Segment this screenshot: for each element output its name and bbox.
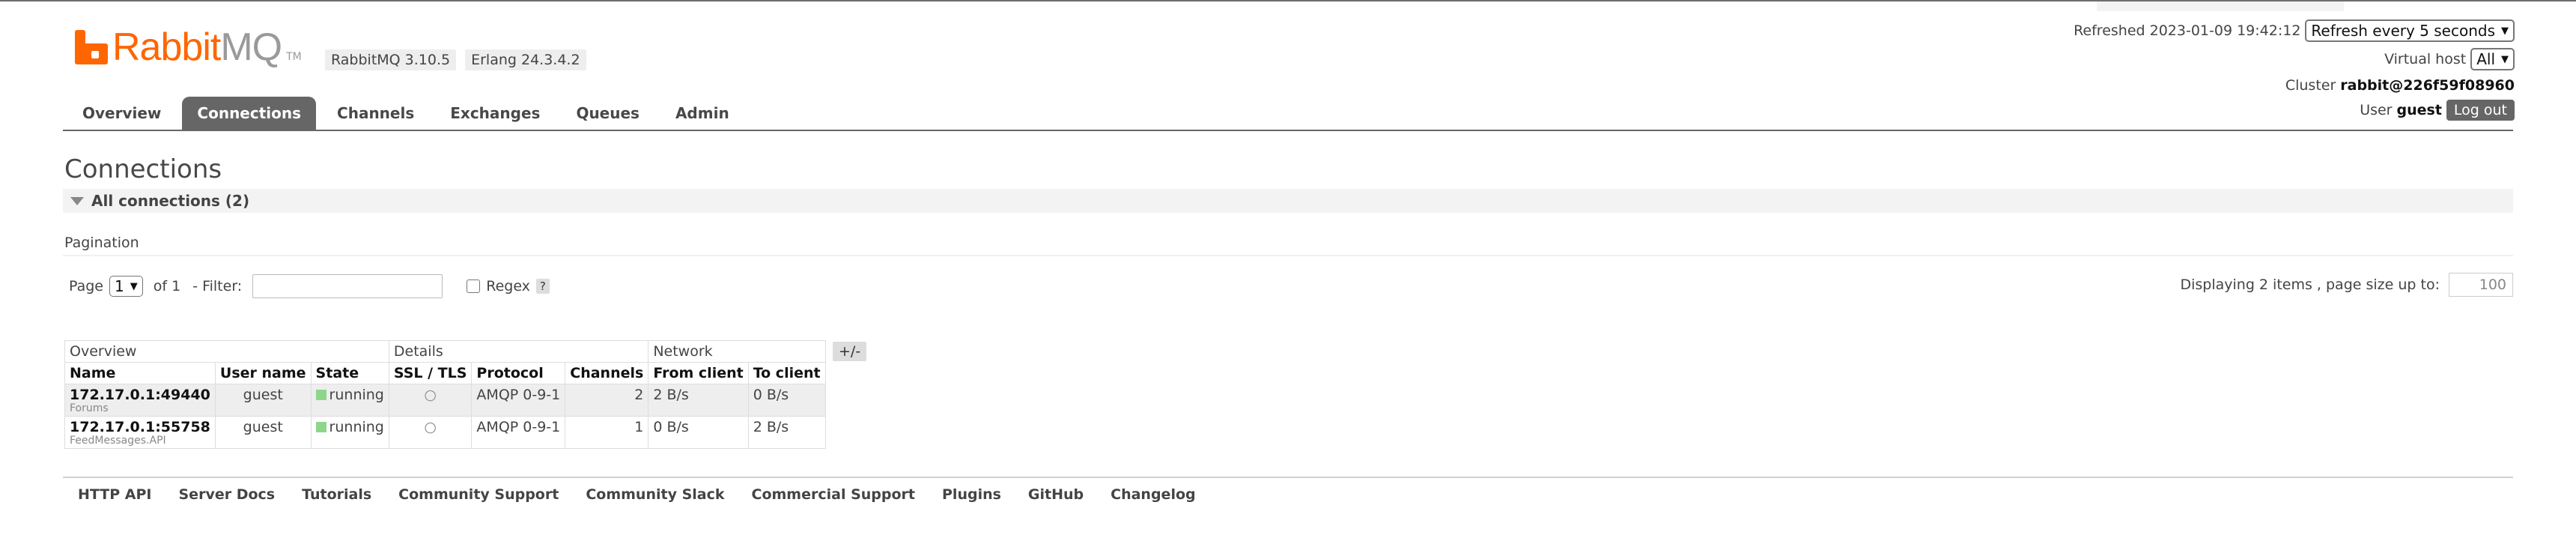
group-network: Network <box>648 340 826 363</box>
col-protocol[interactable]: Protocol <box>471 362 566 384</box>
col-from-client[interactable]: From client <box>648 362 749 384</box>
erlang-version: Erlang 24.3.4.2 <box>465 49 586 70</box>
tab-connections[interactable]: Connections <box>182 97 317 131</box>
columns-toggle-button[interactable]: +/- <box>833 342 867 361</box>
chevron-down-icon: ▼ <box>2501 25 2509 37</box>
page-count: of 1 <box>153 278 181 294</box>
ssl-cell: ○ <box>388 384 473 417</box>
running-status-icon <box>315 390 326 400</box>
to-client-cell: 0 B/s <box>747 384 826 417</box>
footer-link-server-docs[interactable]: Server Docs <box>179 486 276 503</box>
regex-label: Regex <box>486 278 530 294</box>
tab-queues[interactable]: Queues <box>561 97 654 131</box>
cluster-name: rabbit@226f59f08960 <box>2340 77 2515 94</box>
page-title: Connections <box>64 154 222 184</box>
rabbitmq-logo[interactable]: RabbitMQ TM <box>75 25 302 69</box>
logo-wordmark: RabbitMQ <box>112 25 282 69</box>
connection-name[interactable]: 172.17.0.1:49440 <box>70 387 210 403</box>
connection-name[interactable]: 172.17.0.1:55758 <box>70 419 210 435</box>
top-scroll-strip <box>2097 1 2344 11</box>
refresh-interval-select[interactable]: Refresh every 5 seconds ▼ <box>2305 19 2515 42</box>
footer-link-community-slack[interactable]: Community Slack <box>586 486 724 503</box>
table-column-header: Name User name State SSL / TLS Protocol … <box>64 362 826 384</box>
footer-link-github[interactable]: GitHub <box>1028 486 1084 503</box>
nav-divider <box>63 130 2513 131</box>
main-nav: Overview Connections Channels Exchanges … <box>67 97 744 131</box>
table-row[interactable]: 172.17.0.1:49440 Forums guest running ○ … <box>64 384 826 417</box>
filter-label: - Filter: <box>192 278 243 294</box>
chevron-down-icon: ▼ <box>2501 53 2509 65</box>
connection-name-cell[interactable]: 172.17.0.1:49440 Forums <box>64 384 216 417</box>
protocol-cell: AMQP 0-9-1 <box>471 384 566 417</box>
header-status: Refreshed 2023-01-09 19:42:12 Refresh ev… <box>2074 16 2515 123</box>
triangle-down-icon <box>70 196 84 205</box>
tab-channels[interactable]: Channels <box>322 97 429 131</box>
col-ssl-tls[interactable]: SSL / TLS <box>388 362 473 384</box>
tab-admin[interactable]: Admin <box>660 97 744 131</box>
pagination-controls: Page 1 ▼ of 1 - Filter: Regex ? <box>69 274 550 298</box>
protocol-cell: AMQP 0-9-1 <box>471 416 566 449</box>
footer-link-commercial-support[interactable]: Commercial Support <box>752 486 916 503</box>
all-connections-section-toggle[interactable]: All connections (2) <box>63 189 2513 213</box>
connections-table: Overview Details Network Name User name … <box>64 340 826 449</box>
page-label: Page <box>69 278 103 294</box>
page-size-input[interactable]: 100 <box>2449 273 2513 297</box>
tab-overview[interactable]: Overview <box>67 97 176 131</box>
group-details: Details <box>388 340 649 363</box>
regex-checkbox[interactable] <box>467 279 481 293</box>
running-status-icon <box>315 422 326 432</box>
col-user-name[interactable]: User name <box>214 362 312 384</box>
group-overview: Overview <box>64 340 389 363</box>
footer-links: HTTP API Server Docs Tutorials Community… <box>78 486 1196 503</box>
tab-exchanges[interactable]: Exchanges <box>435 97 555 131</box>
cluster-label: Cluster <box>2285 77 2336 94</box>
user-label: User <box>2360 102 2393 118</box>
footer-link-changelog[interactable]: Changelog <box>1111 486 1195 503</box>
user-name: guest <box>2396 102 2442 118</box>
page-select[interactable]: 1 ▼ <box>109 276 143 297</box>
table-row[interactable]: 172.17.0.1:55758 FeedMessages.API guest … <box>64 416 826 449</box>
connection-client-name: Forums <box>70 402 109 414</box>
rabbitmq-logo-icon <box>75 30 109 64</box>
pagination-divider <box>63 255 2513 256</box>
from-client-cell: 0 B/s <box>648 416 749 449</box>
vhost-select[interactable]: All ▼ <box>2470 48 2515 70</box>
col-state[interactable]: State <box>310 362 389 384</box>
user-cell: guest <box>214 416 312 449</box>
displaying-text: Displaying 2 items , page size up to: <box>2180 277 2440 293</box>
table-group-header: Overview Details Network <box>64 340 826 363</box>
refreshed-time: Refreshed 2023-01-09 19:42:12 <box>2074 22 2301 39</box>
regex-help-button[interactable]: ? <box>535 279 550 294</box>
page-size-controls: Displaying 2 items , page size up to: 10… <box>2180 273 2513 297</box>
to-client-cell: 2 B/s <box>747 416 826 449</box>
footer-link-plugins[interactable]: Plugins <box>942 486 1001 503</box>
logout-button[interactable]: Log out <box>2446 100 2515 121</box>
connection-client-name: FeedMessages.API <box>70 435 166 447</box>
rabbitmq-version: RabbitMQ 3.10.5 <box>325 49 457 70</box>
footer-link-http-api[interactable]: HTTP API <box>78 486 152 503</box>
from-client-cell: 2 B/s <box>648 384 749 417</box>
ssl-cell: ○ <box>388 416 473 449</box>
pagination-label: Pagination <box>64 235 139 251</box>
col-to-client[interactable]: To client <box>747 362 826 384</box>
user-cell: guest <box>214 384 312 417</box>
col-name[interactable]: Name <box>64 362 216 384</box>
state-cell: running <box>310 384 389 417</box>
footer-link-community-support[interactable]: Community Support <box>398 486 559 503</box>
vhost-label: Virtual host <box>2384 51 2467 67</box>
version-badges: RabbitMQ 3.10.5 Erlang 24.3.4.2 <box>325 49 586 70</box>
connection-name-cell[interactable]: 172.17.0.1:55758 FeedMessages.API <box>64 416 216 449</box>
chevron-down-icon: ▼ <box>130 280 138 292</box>
col-channels[interactable]: Channels <box>565 362 649 384</box>
footer-divider <box>63 477 2513 478</box>
section-title: All connections (2) <box>91 192 250 210</box>
state-cell: running <box>310 416 389 449</box>
trademark: TM <box>286 51 302 63</box>
channels-cell: 1 <box>565 416 649 449</box>
footer-link-tutorials[interactable]: Tutorials <box>302 486 371 503</box>
filter-input[interactable] <box>252 274 443 298</box>
channels-cell: 2 <box>565 384 649 417</box>
